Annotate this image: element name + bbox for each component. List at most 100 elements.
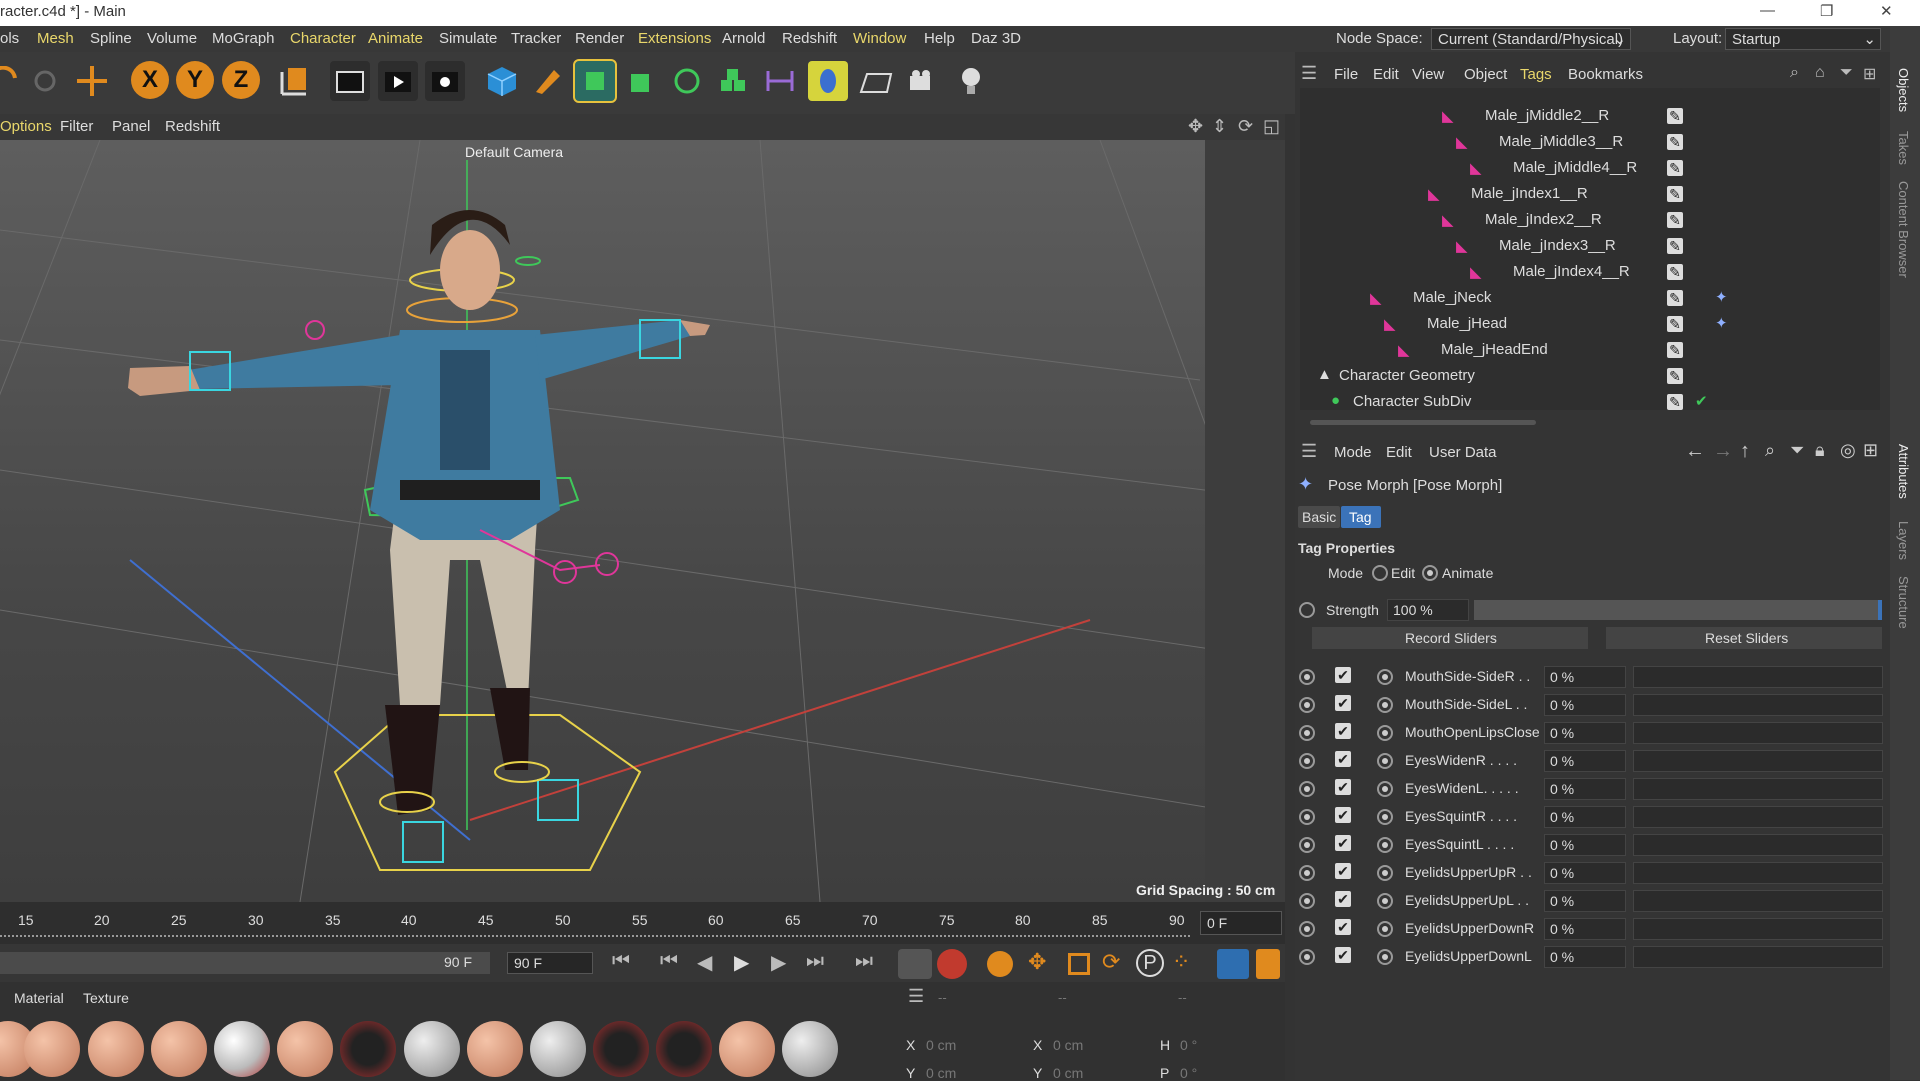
menu-spline[interactable]: Spline: [90, 30, 132, 47]
morph-value-field[interactable]: 0 %: [1544, 918, 1626, 940]
morph-keyframe-icon[interactable]: [1377, 893, 1393, 909]
material-swatch[interactable]: [719, 1021, 775, 1077]
forward-arrow-icon[interactable]: →: [1713, 440, 1733, 463]
target-icon[interactable]: ◎: [1840, 440, 1856, 461]
morph-enable-checkbox[interactable]: ✔: [1335, 891, 1351, 907]
coord-x-field[interactable]: 0 cm: [926, 1037, 956, 1053]
menu-help[interactable]: Help: [924, 30, 955, 47]
morph-value-field[interactable]: 0 %: [1544, 666, 1626, 688]
3d-viewport[interactable]: Default Camera Grid Spacing : 50 cm: [0, 140, 1285, 902]
floor-icon[interactable]: [856, 61, 896, 101]
tab-takes[interactable]: Takes: [1896, 131, 1911, 165]
material-menu-material[interactable]: Material: [14, 990, 64, 1006]
strength-slider-knob[interactable]: [1878, 600, 1882, 620]
attr-menu-edit[interactable]: Edit: [1386, 444, 1412, 461]
render-settings-icon[interactable]: [425, 61, 465, 101]
up-arrow-icon[interactable]: ↑: [1740, 440, 1750, 463]
strength-animate-icon[interactable]: [1299, 602, 1315, 618]
tree-row[interactable]: ● Character SubDiv ✎ ✔: [1295, 389, 1890, 415]
autokey-icon[interactable]: [937, 949, 967, 979]
search-icon[interactable]: ⌕: [1790, 64, 1799, 82]
new-window-icon[interactable]: ⊞: [1863, 64, 1876, 84]
om-menu-edit[interactable]: Edit: [1373, 66, 1399, 83]
cube-icon[interactable]: [482, 61, 522, 101]
coord-p-field[interactable]: 0 °: [1180, 1065, 1197, 1081]
cloner-icon[interactable]: [667, 61, 707, 101]
morph-slider[interactable]: [1633, 694, 1883, 716]
record-active-icon[interactable]: [898, 949, 932, 979]
tree-row[interactable]: ◣ Male_jIndex1__R ✎: [1295, 181, 1890, 207]
menu-animate[interactable]: Animate: [368, 30, 423, 47]
material-swatch[interactable]: [404, 1021, 460, 1077]
material-swatch[interactable]: [530, 1021, 586, 1077]
morph-value-field[interactable]: 0 %: [1544, 750, 1626, 772]
morph-slider[interactable]: [1633, 918, 1883, 940]
subdivision-icon[interactable]: [573, 59, 617, 103]
reset-sliders-button[interactable]: Reset Sliders: [1606, 627, 1882, 649]
record-sliders-button[interactable]: Record Sliders: [1312, 627, 1588, 649]
frame-range-slider[interactable]: 90 F: [0, 952, 490, 974]
morph-slider[interactable]: [1633, 666, 1883, 688]
z-axis-icon[interactable]: Z: [222, 61, 260, 99]
pose-morph-tag-icon[interactable]: ✦: [1715, 288, 1728, 306]
menu-tools[interactable]: ols: [0, 30, 19, 47]
strength-slider[interactable]: [1474, 600, 1882, 620]
layout-dropdown[interactable]: Startup ⌄: [1725, 28, 1881, 50]
morph-keyframe-icon[interactable]: [1377, 949, 1393, 965]
layer-check-icon[interactable]: ✎: [1667, 108, 1683, 124]
morph-enable-checkbox[interactable]: ✔: [1335, 695, 1351, 711]
coords-menu-icon[interactable]: ☰: [908, 986, 924, 1007]
morph-enable-checkbox[interactable]: ✔: [1335, 807, 1351, 823]
key-scale-icon[interactable]: [1068, 953, 1090, 975]
morph-animate-icon[interactable]: [1299, 697, 1315, 713]
mode-edit-radio[interactable]: [1372, 565, 1388, 581]
morph-animate-icon[interactable]: [1299, 893, 1315, 909]
morph-enable-checkbox[interactable]: ✔: [1335, 919, 1351, 935]
next-keyframe-icon[interactable]: ⏭: [806, 950, 824, 973]
key-rotation-icon[interactable]: ⟳: [1102, 949, 1120, 975]
back-arrow-icon[interactable]: ←: [1685, 440, 1705, 463]
tree-row[interactable]: ◣ Male_jHeadEnd ✎: [1295, 337, 1890, 363]
morph-value-field[interactable]: 0 %: [1544, 946, 1626, 968]
tab-layers[interactable]: Layers: [1896, 521, 1911, 560]
morph-keyframe-icon[interactable]: [1377, 809, 1393, 825]
layer-check-icon[interactable]: ✎: [1667, 134, 1683, 150]
morph-value-field[interactable]: 0 %: [1544, 806, 1626, 828]
morph-animate-icon[interactable]: [1299, 921, 1315, 937]
om-menu-view[interactable]: View: [1412, 66, 1444, 83]
material-swatch[interactable]: [214, 1021, 270, 1077]
material-swatch[interactable]: [151, 1021, 207, 1077]
fracture-icon[interactable]: [713, 61, 753, 101]
field-icon[interactable]: [808, 61, 848, 101]
hamburger-menu-icon[interactable]: ☰: [1301, 63, 1317, 84]
material-swatch[interactable]: [593, 1021, 649, 1077]
layer-check-icon[interactable]: ✎: [1667, 212, 1683, 228]
restore-icon[interactable]: ❐: [1820, 2, 1833, 20]
attr-menu-user-data[interactable]: User Data: [1429, 444, 1497, 461]
camera-icon[interactable]: [903, 61, 943, 101]
viewport-menu-options[interactable]: Options: [0, 118, 52, 135]
attr-menu-mode[interactable]: Mode: [1334, 444, 1372, 461]
material-menu-texture[interactable]: Texture: [83, 990, 129, 1006]
tree-row[interactable]: ◣ Male_jMiddle2__R ✎: [1295, 103, 1890, 129]
render-view-icon[interactable]: [330, 61, 370, 101]
coord-h-field[interactable]: 0 °: [1180, 1037, 1197, 1053]
strength-field[interactable]: 100 %: [1387, 599, 1469, 621]
tree-row[interactable]: ◣ Male_jNeck ✎ ✦: [1295, 285, 1890, 311]
horizontal-scrollbar[interactable]: [1310, 420, 1536, 425]
search-icon[interactable]: ⌕: [1765, 440, 1775, 461]
morph-slider[interactable]: [1633, 806, 1883, 828]
viewport-menu-panel[interactable]: Panel: [112, 118, 150, 135]
x-axis-icon[interactable]: X: [131, 61, 169, 99]
play-icon[interactable]: ▶: [734, 950, 749, 975]
morph-slider[interactable]: [1633, 750, 1883, 772]
tree-row[interactable]: ◣ Male_jIndex4__R ✎: [1295, 259, 1890, 285]
filter-icon[interactable]: ⏷: [1790, 440, 1804, 461]
go-to-end-icon[interactable]: ⏭: [855, 950, 873, 973]
morph-animate-icon[interactable]: [1299, 725, 1315, 741]
layer-check-icon[interactable]: ✎: [1667, 238, 1683, 254]
morph-value-field[interactable]: 0 %: [1544, 890, 1626, 912]
tab-tag[interactable]: Tag: [1341, 506, 1381, 528]
morph-slider[interactable]: [1633, 834, 1883, 856]
light-icon[interactable]: [951, 61, 991, 101]
